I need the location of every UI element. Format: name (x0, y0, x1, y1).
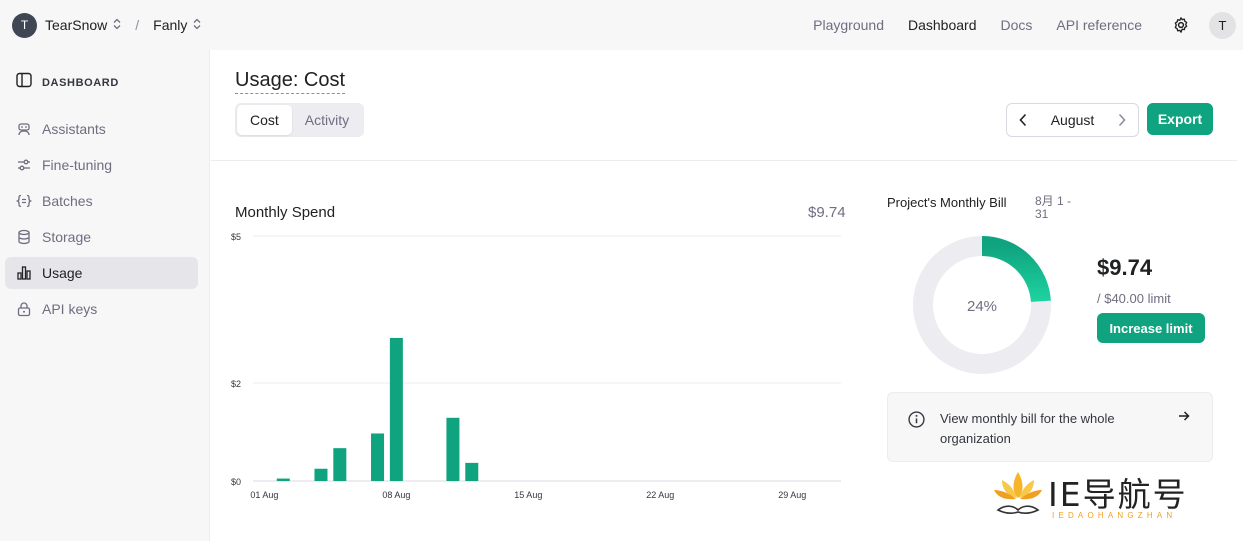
robot-icon (15, 120, 33, 138)
y-tick-label: $2 (231, 379, 241, 389)
export-button[interactable]: Export (1147, 103, 1213, 135)
sidebar-item-label: Fine-tuning (42, 157, 113, 173)
arrow-right-icon (1178, 409, 1192, 423)
sidebar-item-label: API keys (42, 301, 98, 317)
y-tick-label: $5 (231, 232, 241, 242)
page-title[interactable]: Usage: Cost (235, 69, 346, 94)
monthly-spend-chart: $0 $2 $5 01 Aug 08 Aug 15 Aug 22 Aug 29 Aug (231, 232, 841, 500)
top-nav: Playground Dashboard Docs API reference … (789, 0, 1243, 50)
chart-bar[interactable] (314, 468, 328, 481)
chart-total: $9.74 (808, 204, 846, 221)
donut-progress-arc (981, 236, 1051, 303)
donut-percent-label: 24% (967, 298, 997, 315)
sidebar-item-assistants[interactable]: Assistants (5, 113, 198, 145)
x-tick-label: 08 Aug (382, 490, 410, 500)
nav-api-reference[interactable]: API reference (1056, 17, 1142, 33)
user-avatar[interactable]: T (1209, 11, 1236, 39)
sidebar-item-batches[interactable]: Batches (5, 185, 198, 217)
x-tick-label: 15 Aug (514, 490, 542, 500)
sidebar-item-api-keys[interactable]: API keys (5, 293, 198, 325)
chart-bar[interactable] (465, 462, 479, 481)
chevron-right-icon[interactable] (1114, 112, 1130, 128)
chevron-updown-icon[interactable] (113, 18, 121, 33)
bill-title: Project's Monthly Bill (887, 195, 1007, 210)
sliders-icon (15, 156, 33, 174)
gear-icon[interactable] (1170, 14, 1192, 36)
breadcrumb-separator: / (135, 17, 140, 33)
lock-icon (15, 300, 33, 318)
chevron-updown-icon[interactable] (193, 18, 201, 33)
braces-icon (15, 192, 33, 210)
x-tick-label: 01 Aug (250, 490, 278, 500)
bill-donut-chart: 24% (913, 236, 1051, 374)
month-label: August (1050, 112, 1095, 128)
nav-dashboard[interactable]: Dashboard (908, 17, 977, 33)
chart-title: Monthly Spend (235, 204, 336, 221)
y-tick-label: $0 (231, 477, 241, 487)
chart-bar[interactable] (389, 337, 403, 481)
tab-activity[interactable]: Activity (292, 105, 362, 135)
chart-bar[interactable] (371, 433, 385, 481)
bill-date-range: 8月 1 - 31 (1035, 194, 1072, 221)
x-tick-label: 29 Aug (778, 490, 806, 500)
view-org-bill-link[interactable]: View monthly bill for the whole organiza… (887, 392, 1213, 462)
bill-amount: $9.74 (1097, 255, 1153, 280)
chart-bar[interactable] (333, 448, 347, 481)
nav-playground[interactable]: Playground (813, 17, 884, 33)
chart-bar[interactable] (276, 478, 290, 481)
org-avatar[interactable]: T (12, 12, 37, 38)
sidebar-item-label: Usage (42, 265, 83, 281)
database-icon (15, 228, 33, 246)
nav-docs[interactable]: Docs (1000, 17, 1032, 33)
view-tabs: Cost Activity (235, 103, 365, 137)
month-picker: August (1006, 103, 1139, 137)
project-switcher[interactable]: Fanly (153, 17, 187, 33)
increase-limit-button[interactable]: Increase limit (1097, 313, 1205, 343)
sidebar: DASHBOARD Assistants Fine-tuning Batches… (0, 50, 210, 541)
bar-chart-icon (15, 264, 33, 282)
watermark-text: IE导航号 (1048, 475, 1188, 514)
watermark: IE导航号 IEDAOHANGZHAN (990, 466, 1225, 524)
x-tick-label: 22 Aug (646, 490, 674, 500)
sidebar-item-label: Assistants (42, 121, 106, 137)
breadcrumb: T TearSnow / Fanly (12, 12, 201, 38)
sidebar-panel-icon[interactable] (16, 72, 32, 93)
org-switcher[interactable]: TearSnow (45, 17, 107, 33)
sidebar-heading: DASHBOARD (42, 76, 119, 89)
bill-limit: / $40.00 limit (1097, 291, 1171, 306)
app-window: T TearSnow / Fanly Playground Dashboard … (0, 0, 1243, 541)
sidebar-item-storage[interactable]: Storage (5, 221, 198, 253)
top-bar: T TearSnow / Fanly Playground Dashboard … (0, 0, 1243, 50)
section-divider (211, 160, 1237, 161)
lotus-logo (994, 472, 1042, 515)
watermark-subtext: IEDAOHANGZHAN (1052, 511, 1177, 520)
info-icon (908, 411, 925, 428)
chevron-left-icon[interactable] (1015, 112, 1031, 128)
sidebar-item-usage[interactable]: Usage (5, 257, 198, 289)
sidebar-item-fine-tuning[interactable]: Fine-tuning (5, 149, 198, 181)
chart-bar[interactable] (446, 417, 460, 481)
org-bill-link-text: View monthly bill for the whole organiza… (940, 411, 1115, 446)
sidebar-header: DASHBOARD (16, 72, 119, 93)
tab-cost[interactable]: Cost (237, 105, 292, 135)
sidebar-item-label: Batches (42, 193, 93, 209)
sidebar-item-label: Storage (42, 229, 92, 245)
